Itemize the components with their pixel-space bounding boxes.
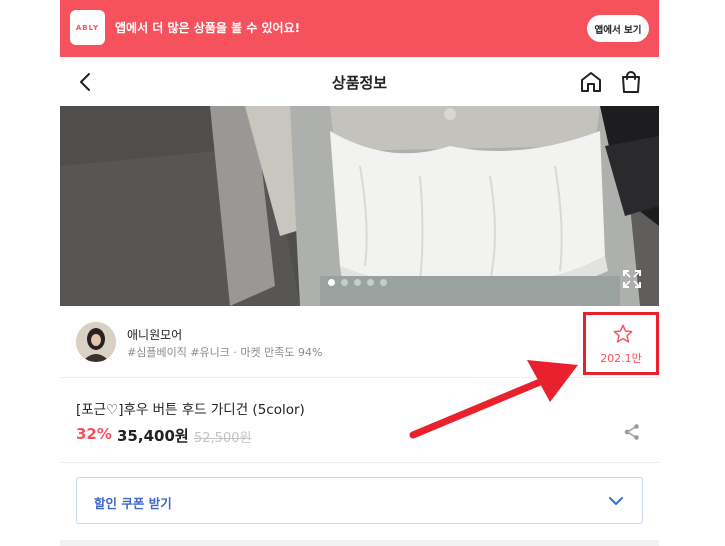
shopping-bag-icon <box>622 71 640 93</box>
coupon-label: 할인 쿠폰 받기 <box>94 496 172 511</box>
share-icon <box>624 424 639 440</box>
seller-avatar[interactable] <box>76 322 116 362</box>
original-price: 52,500원 <box>194 431 252 446</box>
discount-rate: 32% <box>76 425 112 443</box>
image-pagination <box>328 279 387 286</box>
coupon-download-button[interactable]: 할인 쿠폰 받기 <box>76 477 643 524</box>
cart-button[interactable] <box>618 69 644 95</box>
home-icon <box>581 72 601 92</box>
app-download-banner[interactable]: ABLY 앱에서 더 많은 상품을 볼 수 있어요! 앱에서 보기 <box>60 0 659 57</box>
page-title: 상품정보 <box>331 74 388 92</box>
home-button[interactable] <box>578 69 604 95</box>
pagination-dot[interactable] <box>367 279 374 286</box>
seller-info[interactable]: 애니원모어 #심플베이직 #유니크 · 마켓 만족도 94% 202.1만 <box>60 306 659 378</box>
product-name: [포근♡]후우 버튼 후드 가디건 (5color) <box>76 402 305 418</box>
chevron-down-icon <box>609 497 623 505</box>
ably-logo: ABLY <box>70 10 105 45</box>
banner-message: 앱에서 더 많은 상품을 볼 수 있어요! <box>115 21 301 35</box>
open-app-button[interactable]: 앱에서 보기 <box>587 15 649 42</box>
page-header: 상품정보 <box>60 57 659 106</box>
seller-tags: #심플베이직 #유니크 · 마켓 만족도 94% <box>127 346 323 359</box>
avatar-image <box>76 322 116 362</box>
pagination-dot[interactable] <box>380 279 387 286</box>
sale-price: 35,400원 <box>117 427 189 445</box>
share-button[interactable] <box>623 423 641 441</box>
section-divider <box>60 540 659 546</box>
product-info: [포근♡]후우 버튼 후드 가디건 (5color) 32% 35,400원 5… <box>60 378 659 463</box>
mobile-page: ABLY 앱에서 더 많은 상품을 볼 수 있어요! 앱에서 보기 상품정보 애… <box>60 0 659 546</box>
expand-icon <box>623 270 641 288</box>
star-icon <box>613 324 633 343</box>
like-button[interactable]: 202.1만 <box>583 312 659 375</box>
pagination-dot[interactable] <box>341 279 348 286</box>
fullscreen-button[interactable] <box>621 268 643 290</box>
product-image[interactable] <box>60 106 659 306</box>
pagination-dot[interactable] <box>354 279 361 286</box>
pagination-dot[interactable] <box>328 279 335 286</box>
seller-name[interactable]: 애니원모어 <box>127 326 182 343</box>
like-count: 202.1만 <box>600 352 642 365</box>
product-photo-illustration <box>60 106 659 306</box>
